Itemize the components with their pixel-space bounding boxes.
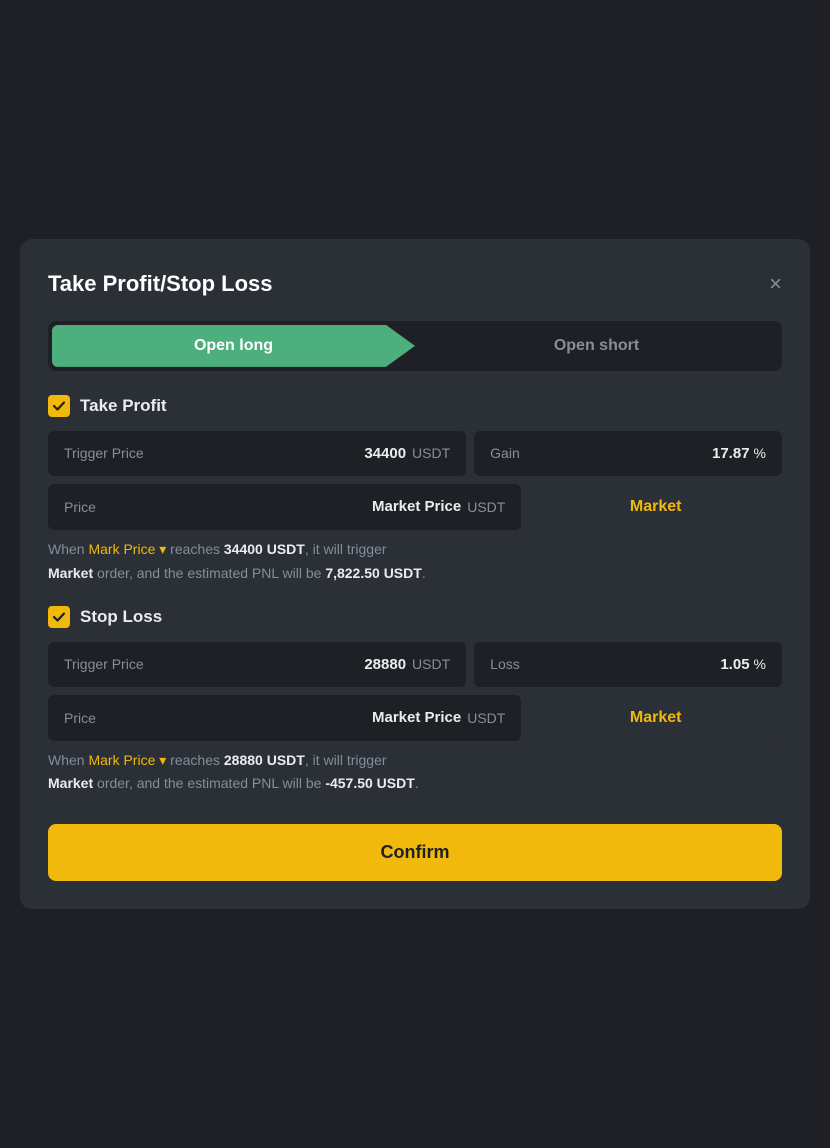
stop-loss-info: When Mark Price ▾ reaches 28880 USDT, it… (48, 749, 782, 797)
take-profit-label-row: Take Profit (48, 395, 782, 417)
stop-loss-trigger-price-unit: USDT (412, 656, 450, 672)
take-profit-price-label: Price (64, 499, 96, 515)
stop-loss-order-type: Market (48, 775, 93, 791)
stop-loss-trigger-price-value: 28880 (364, 656, 406, 673)
modal-container: Take Profit/Stop Loss × Open long Open s… (20, 239, 810, 909)
tab-row: Open long Open short (48, 321, 782, 371)
stop-loss-price-unit: USDT (467, 710, 505, 726)
tab-open-long[interactable]: Open long (52, 325, 415, 367)
stop-loss-loss-unit: % (754, 656, 766, 672)
take-profit-info-part3: , it will trigger (305, 541, 387, 557)
take-profit-gain-unit: % (754, 445, 766, 461)
take-profit-price-right: Market Price USDT (372, 498, 505, 515)
stop-loss-price-right: Market Price USDT (372, 709, 505, 726)
take-profit-trigger-price-right: 34400 USDT (364, 445, 450, 462)
take-profit-gain-right: 17.87 % (712, 445, 766, 462)
take-profit-price-value: Market Price (372, 498, 461, 515)
take-profit-fields-row-2: Price Market Price USDT Market (48, 484, 782, 530)
modal-header: Take Profit/Stop Loss × (48, 271, 782, 297)
take-profit-title: Take Profit (80, 396, 167, 416)
take-profit-price-type-button[interactable]: Market (529, 484, 782, 530)
take-profit-price-unit: USDT (467, 499, 505, 515)
modal-title: Take Profit/Stop Loss (48, 271, 273, 297)
stop-loss-price-label: Price (64, 710, 96, 726)
stop-loss-info-part4: order, and the estimated PNL will be (93, 775, 325, 791)
stop-loss-info-part2: reaches (166, 752, 224, 768)
stop-loss-loss-box: Loss 1.05 % (474, 642, 782, 687)
stop-loss-checkbox[interactable] (48, 606, 70, 628)
take-profit-gain-box: Gain 17.87 % (474, 431, 782, 476)
confirm-button[interactable]: Confirm (48, 824, 782, 881)
stop-loss-fields-row-1: Trigger Price 28880 USDT Loss 1.05 % (48, 642, 782, 687)
take-profit-info-part4: order, and the estimated PNL will be (93, 565, 325, 581)
take-profit-trigger-price-unit: USDT (412, 445, 450, 461)
take-profit-section: Take Profit Trigger Price 34400 USDT Gai… (48, 395, 782, 586)
stop-loss-fields-row-2: Price Market Price USDT Market (48, 695, 782, 741)
stop-loss-trigger-price-right: 28880 USDT (364, 656, 450, 673)
take-profit-price-box: Price Market Price USDT (48, 484, 521, 530)
take-profit-trigger-price-value: 34400 (364, 445, 406, 462)
stop-loss-section: Stop Loss Trigger Price 28880 USDT Loss … (48, 606, 782, 797)
take-profit-info: When Mark Price ▾ reaches 34400 USDT, it… (48, 538, 782, 586)
take-profit-pnl: 7,822.50 USDT (325, 565, 422, 581)
take-profit-mark-price[interactable]: Mark Price ▾ (88, 541, 166, 557)
take-profit-gain-value: 17.87 (712, 445, 750, 462)
stop-loss-pnl: -457.50 USDT (325, 775, 414, 791)
take-profit-order-type: Market (48, 565, 93, 581)
stop-loss-trigger-reach: 28880 USDT (224, 752, 305, 768)
stop-loss-info-part1: When (48, 752, 88, 768)
take-profit-info-part2: reaches (166, 541, 224, 557)
take-profit-fields-row-1: Trigger Price 34400 USDT Gain 17.87 % (48, 431, 782, 476)
close-button[interactable]: × (769, 273, 782, 295)
stop-loss-loss-value: 1.05 (720, 656, 749, 673)
stop-loss-price-type-button[interactable]: Market (529, 695, 782, 741)
stop-loss-loss-label: Loss (490, 656, 520, 672)
stop-loss-info-end: . (415, 775, 419, 791)
take-profit-trigger-reach: 34400 USDT (224, 541, 305, 557)
stop-loss-loss-right: 1.05 % (720, 656, 766, 673)
stop-loss-price-value: Market Price (372, 709, 461, 726)
take-profit-checkbox[interactable] (48, 395, 70, 417)
take-profit-gain-label: Gain (490, 445, 520, 461)
stop-loss-label-row: Stop Loss (48, 606, 782, 628)
take-profit-trigger-price-label: Trigger Price (64, 445, 144, 461)
stop-loss-mark-price[interactable]: Mark Price ▾ (88, 752, 166, 768)
take-profit-info-end: . (422, 565, 426, 581)
stop-loss-price-box: Price Market Price USDT (48, 695, 521, 741)
stop-loss-trigger-price-label: Trigger Price (64, 656, 144, 672)
take-profit-info-part1: When (48, 541, 88, 557)
stop-loss-trigger-price-box: Trigger Price 28880 USDT (48, 642, 466, 687)
take-profit-trigger-price-box: Trigger Price 34400 USDT (48, 431, 466, 476)
stop-loss-title: Stop Loss (80, 607, 162, 627)
stop-loss-info-part3: , it will trigger (305, 752, 387, 768)
tab-open-short[interactable]: Open short (415, 325, 778, 367)
